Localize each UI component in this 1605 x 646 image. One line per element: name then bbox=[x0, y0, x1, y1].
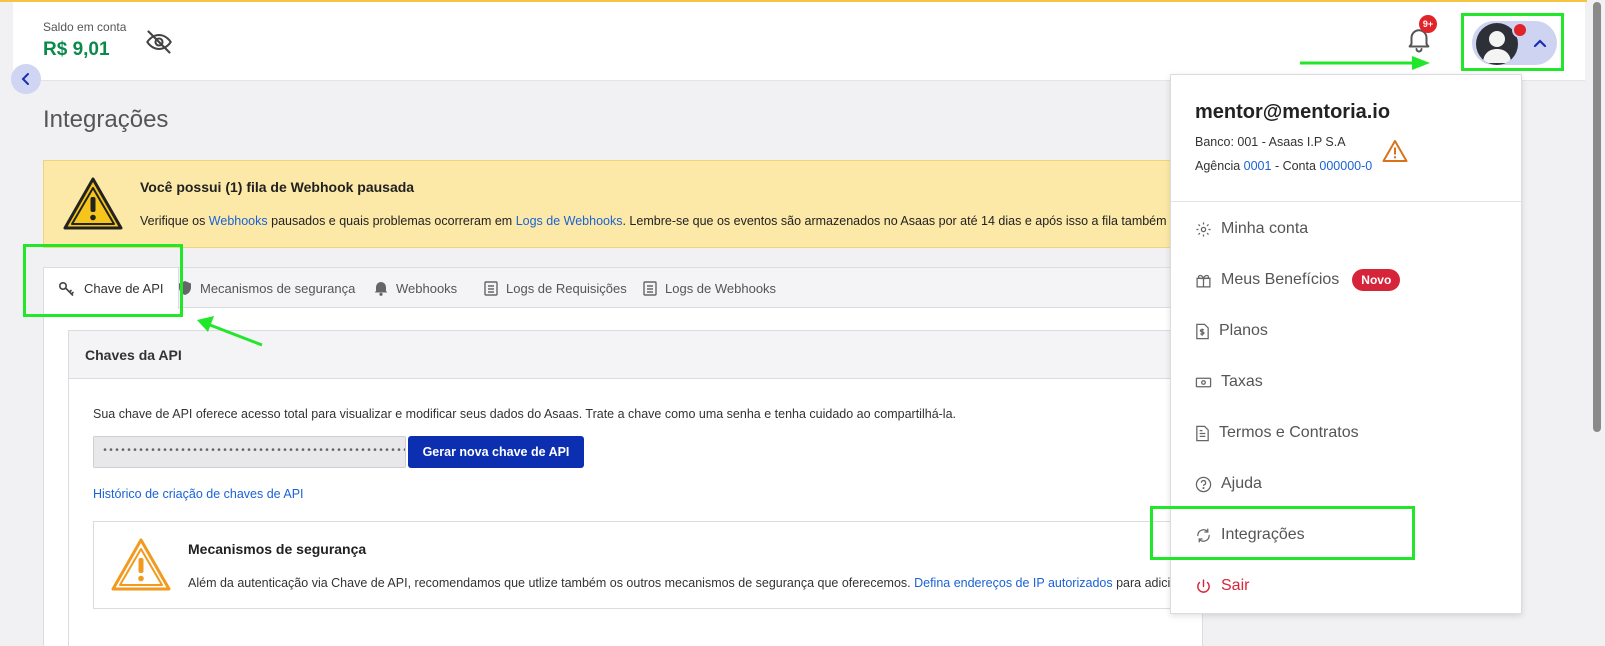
webhooks-link[interactable]: Webhooks bbox=[209, 214, 268, 228]
page-title: Integrações bbox=[43, 106, 169, 133]
security-title: Mecanismos de segurança bbox=[188, 541, 367, 557]
api-key-history-link[interactable]: Histórico de criação de chaves de API bbox=[93, 487, 304, 501]
api-keys-card: Chaves da API Sua chave de API oferece a… bbox=[68, 330, 1203, 646]
tab-webhooks[interactable]: Webhooks bbox=[374, 268, 457, 308]
balance-label: Saldo em conta bbox=[43, 20, 127, 34]
security-mechanisms-box: Mecanismos de segurança Além da autentic… bbox=[93, 521, 1193, 609]
tab-highlight-box bbox=[23, 244, 183, 317]
tab-request-logs[interactable]: Logs de Requisições bbox=[484, 268, 627, 308]
top-header: Saldo em conta R$ 9,01 bbox=[13, 2, 1585, 81]
list-icon bbox=[484, 280, 498, 296]
alert-text: Verifique os Webhooks pausados e quais p… bbox=[140, 214, 1203, 228]
menu-divider bbox=[1171, 201, 1521, 202]
gift-icon bbox=[1196, 274, 1211, 288]
menu-item-benefits[interactable]: Meus Benefícios Novo bbox=[1195, 268, 1401, 292]
page-scrollbar[interactable] bbox=[1587, 0, 1605, 646]
tab-security-mechanisms[interactable]: Mecanismos de segurança bbox=[178, 268, 355, 308]
warning-icon bbox=[62, 176, 124, 232]
bank-info: Banco: 001 - Asaas I.P S.A bbox=[1195, 135, 1346, 149]
document-icon bbox=[1196, 425, 1209, 441]
chevron-left-icon bbox=[21, 73, 29, 85]
tab-bar: Chave de API Mecanismos de segurança Web… bbox=[44, 268, 1202, 309]
agency-account-info: Agência 0001 - Conta 000000-0 bbox=[1195, 159, 1373, 173]
list-icon bbox=[643, 280, 657, 296]
card-title: Chaves da API bbox=[85, 347, 182, 363]
menu-item-my-account[interactable]: Minha conta bbox=[1195, 217, 1308, 241]
eye-off-icon[interactable] bbox=[145, 28, 173, 56]
alert-title: Você possui (1) fila de Webhook pausada bbox=[140, 179, 415, 195]
scrollbar-thumb[interactable] bbox=[1593, 2, 1601, 432]
sidebar-collapse-button[interactable] bbox=[11, 64, 41, 94]
integrations-panel: Chave de API Mecanismos de segurança Web… bbox=[43, 267, 1203, 646]
authorized-ip-link[interactable]: Defina endereços de IP autorizados bbox=[914, 576, 1113, 590]
menu-item-logout[interactable]: Sair bbox=[1195, 574, 1249, 598]
power-icon bbox=[1197, 578, 1210, 593]
api-key-field[interactable]: ••••••••••••••••••••••••••••••••••••••••… bbox=[93, 436, 406, 468]
money-icon bbox=[1195, 377, 1212, 387]
balance-value: R$ 9,01 bbox=[43, 39, 110, 60]
api-key-description: Sua chave de API oferece acesso total pa… bbox=[93, 407, 957, 421]
notifications-badge: 9+ bbox=[1419, 15, 1437, 33]
menu-item-terms[interactable]: Termos e Contratos bbox=[1195, 421, 1359, 445]
help-icon bbox=[1195, 476, 1212, 492]
bell-icon bbox=[374, 282, 388, 296]
integrations-highlight-box bbox=[1150, 506, 1415, 560]
avatar-status-dot bbox=[1512, 22, 1528, 38]
user-menu-button[interactable] bbox=[1472, 21, 1557, 65]
menu-item-fees[interactable]: Taxas bbox=[1195, 370, 1263, 394]
gear-icon bbox=[1196, 221, 1211, 237]
account-number[interactable]: 000000-0 bbox=[1319, 159, 1372, 173]
tab-webhook-logs[interactable]: Logs de Webhooks bbox=[643, 268, 776, 308]
document-dollar-icon bbox=[1196, 323, 1209, 339]
webhook-logs-link[interactable]: Logs de Webhooks bbox=[516, 214, 623, 228]
card-header: Chaves da API bbox=[69, 331, 1202, 379]
menu-item-plans[interactable]: Planos bbox=[1195, 319, 1268, 343]
menu-item-help[interactable]: Ajuda bbox=[1195, 472, 1262, 496]
warning-icon[interactable] bbox=[1382, 139, 1408, 163]
webhook-paused-alert: Você possui (1) fila de Webhook pausada … bbox=[43, 160, 1203, 248]
avatar-highlight-box bbox=[1461, 13, 1564, 71]
generate-api-key-button[interactable]: Gerar nova chave de API bbox=[408, 436, 584, 468]
warning-icon bbox=[110, 537, 172, 593]
agency-number[interactable]: 0001 bbox=[1244, 159, 1272, 173]
new-badge: Novo bbox=[1352, 269, 1401, 291]
user-email: mentor@mentoria.io bbox=[1195, 101, 1391, 123]
chevron-up-icon bbox=[1530, 33, 1550, 53]
security-text: Além da autenticação via Chave de API, r… bbox=[188, 576, 1193, 590]
